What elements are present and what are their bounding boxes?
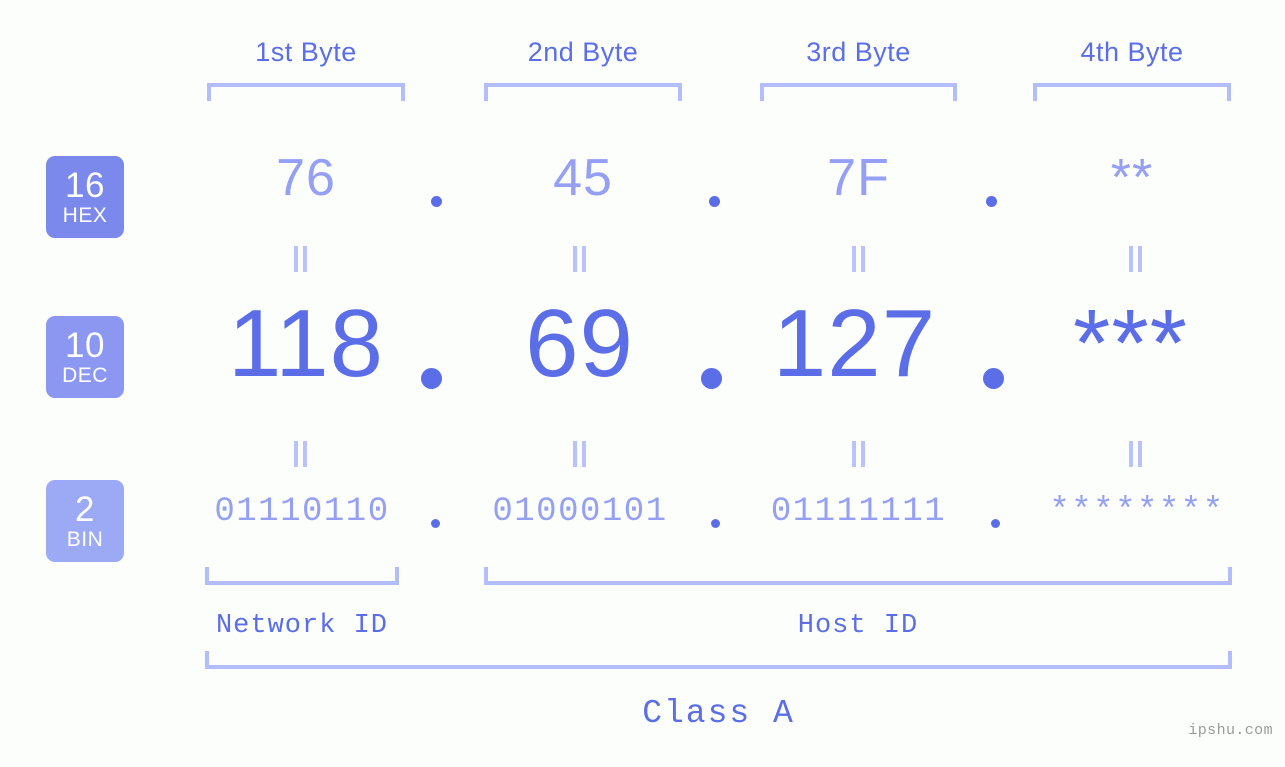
host-id-bracket — [484, 567, 1232, 585]
radix-badge-dec: 10 DEC — [46, 316, 124, 398]
dec-byte-4: *** — [1028, 296, 1233, 392]
byte-header-4: 4th Byte — [1033, 32, 1231, 72]
dec-byte-1: 118 — [200, 296, 412, 392]
radix-badge-dec-name: DEC — [62, 365, 108, 386]
bin-separator-dot-2 — [711, 519, 720, 528]
class-label: Class A — [205, 697, 1232, 730]
hex-byte-2: 45 — [484, 152, 682, 204]
hex-byte-3: 7F — [760, 152, 957, 204]
bin-byte-3: 01111111 — [760, 495, 957, 529]
host-id-label: Host ID — [484, 613, 1232, 640]
equals-mark-dec-bin-2 — [572, 441, 588, 467]
radix-badge-hex-number: 16 — [65, 168, 105, 203]
hex-separator-dot-1 — [431, 196, 442, 207]
radix-badge-hex: 16 HEX — [46, 156, 124, 238]
equals-mark-hex-dec-1 — [293, 246, 309, 272]
byte-bracket-3 — [760, 83, 957, 101]
network-id-bracket — [205, 567, 399, 585]
dec-byte-2: 69 — [477, 296, 682, 392]
dec-separator-dot-2 — [701, 368, 722, 389]
hex-byte-1: 76 — [207, 152, 405, 204]
equals-mark-hex-dec-3 — [851, 246, 867, 272]
class-bracket — [205, 651, 1232, 669]
bin-byte-1: 01110110 — [203, 495, 401, 529]
bin-byte-4: ******** — [1038, 495, 1236, 529]
dec-byte-3: 127 — [752, 296, 957, 392]
equals-mark-dec-bin-3 — [851, 441, 867, 467]
dec-separator-dot-3 — [983, 368, 1004, 389]
radix-badge-bin-name: BIN — [67, 529, 104, 550]
dec-separator-dot-1 — [421, 368, 442, 389]
byte-header-2: 2nd Byte — [484, 32, 682, 72]
byte-header-3: 3rd Byte — [760, 32, 957, 72]
equals-mark-hex-dec-4 — [1128, 246, 1144, 272]
radix-badge-dec-number: 10 — [65, 328, 105, 363]
network-id-label: Network ID — [205, 613, 399, 640]
equals-mark-dec-bin-1 — [293, 441, 309, 467]
byte-bracket-4 — [1033, 83, 1231, 101]
bin-byte-2: 01000101 — [481, 495, 679, 529]
radix-badge-bin-number: 2 — [75, 492, 95, 527]
radix-badge-hex-name: HEX — [63, 205, 108, 226]
hex-byte-4: ** — [1033, 152, 1231, 204]
hex-separator-dot-2 — [709, 196, 720, 207]
byte-bracket-1 — [207, 83, 405, 101]
ip-address-breakdown-diagram: 1st Byte 2nd Byte 3rd Byte 4th Byte 16 H… — [0, 0, 1285, 767]
byte-header-1: 1st Byte — [207, 32, 405, 72]
radix-badge-bin: 2 BIN — [46, 480, 124, 562]
equals-mark-hex-dec-2 — [572, 246, 588, 272]
equals-mark-dec-bin-4 — [1128, 441, 1144, 467]
watermark: ipshu.com — [1188, 722, 1273, 739]
bin-separator-dot-1 — [431, 519, 440, 528]
hex-separator-dot-3 — [986, 196, 997, 207]
bin-separator-dot-3 — [991, 519, 1000, 528]
byte-bracket-2 — [484, 83, 682, 101]
